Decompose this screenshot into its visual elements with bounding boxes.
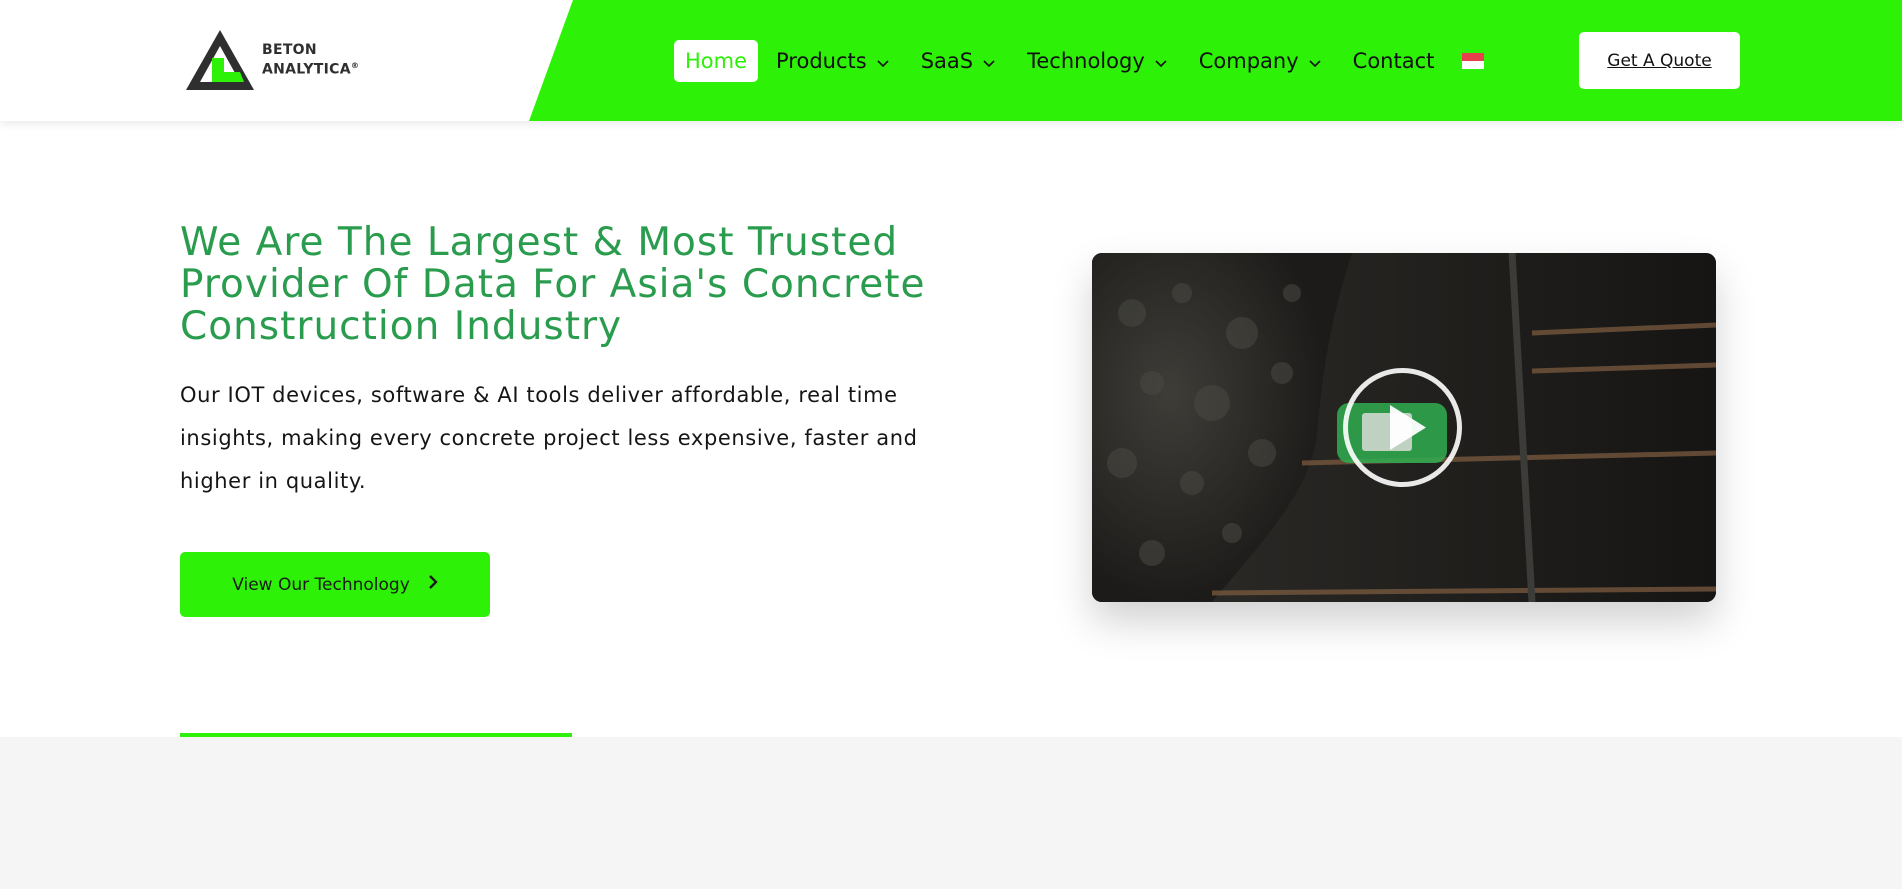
chevron-down-icon: [1155, 49, 1167, 73]
nav-item-label: Company: [1198, 49, 1299, 73]
hero-desc-line: insights, making every concrete project …: [180, 426, 918, 450]
nav-item-label: Technology: [1027, 49, 1145, 73]
nav-item-label: Contact: [1352, 49, 1435, 73]
chevron-right-icon: [428, 574, 438, 595]
nav-item-home[interactable]: Home: [674, 40, 759, 82]
hero-desc-line: Our IOT devices, software & AI tools del…: [180, 383, 898, 407]
lower-section: [0, 737, 1902, 889]
brand-name-line1: BETON: [262, 41, 317, 58]
nav-item-technology[interactable]: Technology: [1027, 49, 1167, 73]
nav-item-label: Home: [685, 49, 748, 73]
logo-mark-icon: [186, 30, 254, 90]
view-our-technology-button[interactable]: View Our Technology: [180, 552, 490, 617]
nav-item-label: SaaS: [920, 49, 974, 73]
hero-title-line: Construction Industry: [180, 304, 623, 349]
play-icon[interactable]: [1340, 365, 1465, 490]
chevron-down-icon: [1309, 49, 1321, 73]
brand-logo[interactable]: BETON ANALYTICA®: [184, 25, 384, 95]
nav-item-saas[interactable]: SaaS: [921, 49, 995, 73]
main-nav: Home Products SaaS Technology Company Co…: [674, 37, 1485, 85]
hero-description: Our IOT devices, software & AI tools del…: [180, 374, 1010, 503]
nav-item-products[interactable]: Products: [776, 49, 889, 73]
registered-mark: ®: [350, 60, 360, 70]
get-a-quote-button[interactable]: Get A Quote: [1579, 32, 1740, 89]
chevron-down-icon: [877, 49, 889, 73]
nav-item-company[interactable]: Company: [1199, 49, 1321, 73]
nav-item-label: Products: [776, 49, 867, 73]
hero-title-line: We Are The Largest & Most Trusted: [180, 220, 899, 265]
nav-item-contact[interactable]: Contact: [1353, 49, 1435, 73]
brand-name-line2: ANALYTICA: [262, 61, 351, 78]
section-divider-accent: [180, 733, 572, 737]
hero-desc-line: higher in quality.: [180, 469, 367, 493]
hero-title-line: Provider Of Data For Asia's Concrete: [180, 262, 926, 307]
cta-label: View Our Technology: [232, 574, 410, 595]
indonesia-flag-icon[interactable]: [1462, 53, 1485, 69]
chevron-down-icon: [983, 49, 995, 73]
hero-title: We Are The Largest & Most Trusted Provid…: [180, 222, 1000, 348]
brand-wordmark: BETON ANALYTICA®: [262, 41, 360, 78]
